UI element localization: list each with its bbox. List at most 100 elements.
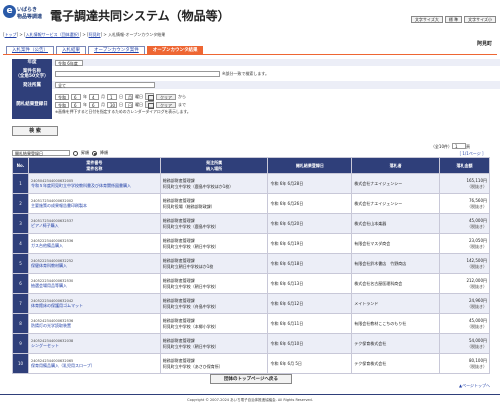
row-winner: 株式会社山本楽器 <box>351 213 441 234</box>
row-case[interactable]: 2405222344000632530 抽選会場用品等購入 <box>27 273 161 294</box>
table-row: 9 2405242344000632038 シングーセット 総務部財産管理課 阿見町立中… <box>12 333 490 354</box>
date-from-era[interactable]: 令和 <box>55 93 69 100</box>
row-no: 8 <box>12 313 29 334</box>
table-row: 10 2405242344000632065 保育用備品購入（乳児用スロープ） 総務部… <box>12 353 490 374</box>
logo-line1: いばらき <box>17 7 38 13</box>
breadcrumb-org-select[interactable]: 入札情報サービス（団体選択） <box>26 32 80 37</box>
case-name-hint: ※部分一致で検索します。 <box>222 70 269 76</box>
sort-select[interactable]: 開札結果登録日 <box>12 150 70 156</box>
row-no: 5 <box>12 253 29 274</box>
row-case-name[interactable]: 保健体育科教材購入 <box>31 263 158 269</box>
row-tax: （税抜き） <box>467 323 487 329</box>
date-to-clear-button[interactable]: クリア <box>156 101 176 108</box>
search-button[interactable]: 検 索 <box>12 126 58 136</box>
search-form: 年度 令和 6年度 案件名称 （全角50文字） ※部分一致で検索します。 発注所… <box>12 58 500 119</box>
site-logo[interactable]: e いばらき 物品等調達 <box>3 4 47 24</box>
row-case-name[interactable]: 令和５年度阿見町立中学校教科書及び体育関係図書購入 <box>31 183 158 189</box>
row-place: 阿見町立中学校（朝日中学校） <box>162 283 219 289</box>
row-place: 阿見町立中学校（本郷小学校） <box>162 323 219 329</box>
breadcrumb-org[interactable]: 阿見町 <box>89 32 101 37</box>
row-case[interactable]: 2405222344000632536 ガス台他備品購入 <box>27 233 161 254</box>
row-tax: （税抜き） <box>467 203 487 209</box>
tab-bid-notice[interactable]: 入札案件（公告） <box>6 46 54 54</box>
col-date: 開札結果登録日 <box>267 157 353 174</box>
row-date: 令和 6年 6月20日 <box>267 213 353 234</box>
row-amount-cell: 54,000円 （税抜き） <box>439 333 490 354</box>
result-count-text: 全10件 <box>434 144 448 149</box>
date-from-clear-button[interactable]: クリア <box>156 93 176 100</box>
col-no: No. <box>12 157 29 174</box>
date-to-day[interactable]: 30 <box>107 101 117 108</box>
row-case-name[interactable]: 体育館床の保護用ゴムマット <box>31 303 158 309</box>
font-normal-button[interactable]: 標 準 <box>444 16 463 23</box>
date-to-era[interactable]: 令和 <box>55 101 69 108</box>
row-case[interactable]: 2405242344000632536 防錆灯の光学読取装置 <box>27 313 161 334</box>
row-case[interactable]: 2405172344000632002 主要施策の成果報告書印刷製本 <box>27 193 161 214</box>
row-case-name[interactable]: 抽選会場用品等購入 <box>31 283 158 289</box>
row-winner: テク保育株式会社 <box>351 353 441 374</box>
page-top-link[interactable]: ▲ページトップへ <box>459 383 490 389</box>
row-case-name[interactable]: 防錆灯の光学読取装置 <box>31 323 158 329</box>
asc-label: 昇順 <box>81 150 89 155</box>
copyright: Copyright © 2007-2024 あいち電子自治体推進協議会. All… <box>187 398 313 402</box>
row-case-name[interactable]: シングーセット <box>31 343 158 349</box>
font-large-button[interactable]: 文字サイズ大 <box>410 16 443 23</box>
case-name-input[interactable] <box>55 70 220 77</box>
row-no: 4 <box>12 233 29 254</box>
date-to-year[interactable]: 6 <box>71 101 81 108</box>
row-case[interactable]: 2405222344000632252 保健体育科教材購入 <box>27 253 161 274</box>
dept-label: 発注所属 <box>12 80 52 90</box>
date-from-day[interactable]: 1 <box>107 93 117 100</box>
dept-select[interactable]: 全て <box>55 82 155 88</box>
row-dept: 総務部財産管理課 阿見町立中学校（朝日中学校） <box>159 273 269 294</box>
tab-open-counter[interactable]: オープンカウンタ案件 <box>88 46 145 54</box>
date-from-year-unit: 年 <box>83 93 87 99</box>
row-case-name[interactable]: 主要施策の成果報告書印刷製本 <box>31 203 158 209</box>
row-case[interactable]: 2405222344000632042 体育館床の保護用ゴムマット <box>27 293 161 314</box>
row-winner: 株式会社名古屋医理科商会 <box>351 273 441 294</box>
table-row: 5 2405222344000632252 保健体育科教材購入 総務部財産管理課 阿見町… <box>12 253 490 274</box>
row-place: 阿見町立中学校（鹿島中学校ほか1校） <box>162 183 234 189</box>
date-from-month[interactable]: 4 <box>89 93 99 100</box>
calendar-to-icon[interactable] <box>145 101 154 109</box>
date-to-dow: 日 <box>125 101 133 108</box>
row-tax: （税抜き） <box>467 283 487 289</box>
row-case[interactable]: 2405242344000632038 シングーセット <box>27 333 161 354</box>
row-date: 令和 6年 6月11日 <box>267 313 353 334</box>
row-case[interactable]: 2405172344000632537 ピアノ椅子購入 <box>27 213 161 234</box>
footer-line <box>0 394 500 395</box>
date-to-month[interactable]: 6 <box>89 101 99 108</box>
table-row: 8 2405242344000632536 防錆灯の光学読取装置 総務部財産管理課 阿見… <box>12 313 490 334</box>
row-no: 10 <box>12 353 29 374</box>
row-place: 阿見町立中学校（朝日中学校） <box>162 243 219 249</box>
row-case[interactable]: 2405242344000632065 保育用備品購入（乳児用スロープ） <box>27 353 161 374</box>
row-no: 6 <box>12 273 29 294</box>
page-select[interactable]: 1 <box>452 143 466 149</box>
header: e いばらき 物品等調達 電子調達共同システム（物品等） 文字サイズ大 標 準 … <box>0 0 500 28</box>
date-hint: ※画像を押下すると日付を指定するためのカレンダーダイアログを表示します。 <box>55 109 191 114</box>
tab-open-counter-result[interactable]: オープンカウンタ結果 <box>146 46 204 54</box>
date-to-year-unit: 年 <box>83 101 87 107</box>
date-from-suffix: から <box>178 93 186 99</box>
date-from-year[interactable]: 6 <box>71 93 81 100</box>
table-row: 3 2405172344000632537 ピアノ椅子購入 総務部財産管理課 阿見町立中… <box>12 213 490 234</box>
calendar-from-icon[interactable] <box>145 93 154 101</box>
date-from-dow: 月 <box>125 93 133 100</box>
date-to-row: 令和 6 年 6 月 30 日 日 曜日 クリア まで <box>55 101 186 109</box>
row-amount-cell: 45,000円 （税抜き） <box>439 313 490 334</box>
date-from-day-unit: 日 <box>119 93 123 99</box>
row-case-name[interactable]: ガス台他備品購入 <box>31 243 158 249</box>
breadcrumb-top[interactable]: トップ <box>5 32 17 37</box>
row-dept: 総務部財産管理課 阿見町立中学校（朝日中学校） <box>159 233 269 254</box>
col-amount: 落札金額 <box>439 157 490 174</box>
asc-radio[interactable] <box>73 150 78 156</box>
row-case-name[interactable]: 保育用備品購入（乳児用スロープ） <box>31 363 158 369</box>
row-case-name[interactable]: ピアノ椅子購入 <box>31 223 158 229</box>
year-select[interactable]: 令和 6年度 <box>55 59 83 66</box>
desc-radio[interactable] <box>92 150 97 156</box>
back-to-org-top-button[interactable]: 団体のトップページへ戻る <box>210 374 292 384</box>
results-table: No. 案件番号 案件名称 発注所属 納入場所 開札結果登録日 落札者 落札金額… <box>12 157 490 374</box>
row-case[interactable]: 2405042344000632005 令和５年度阿見町立中学校教科書及び体育関係… <box>27 173 161 194</box>
font-small-button[interactable]: 文字サイズ小 <box>464 16 496 23</box>
tab-bid-result[interactable]: 入札結果 <box>56 46 86 54</box>
